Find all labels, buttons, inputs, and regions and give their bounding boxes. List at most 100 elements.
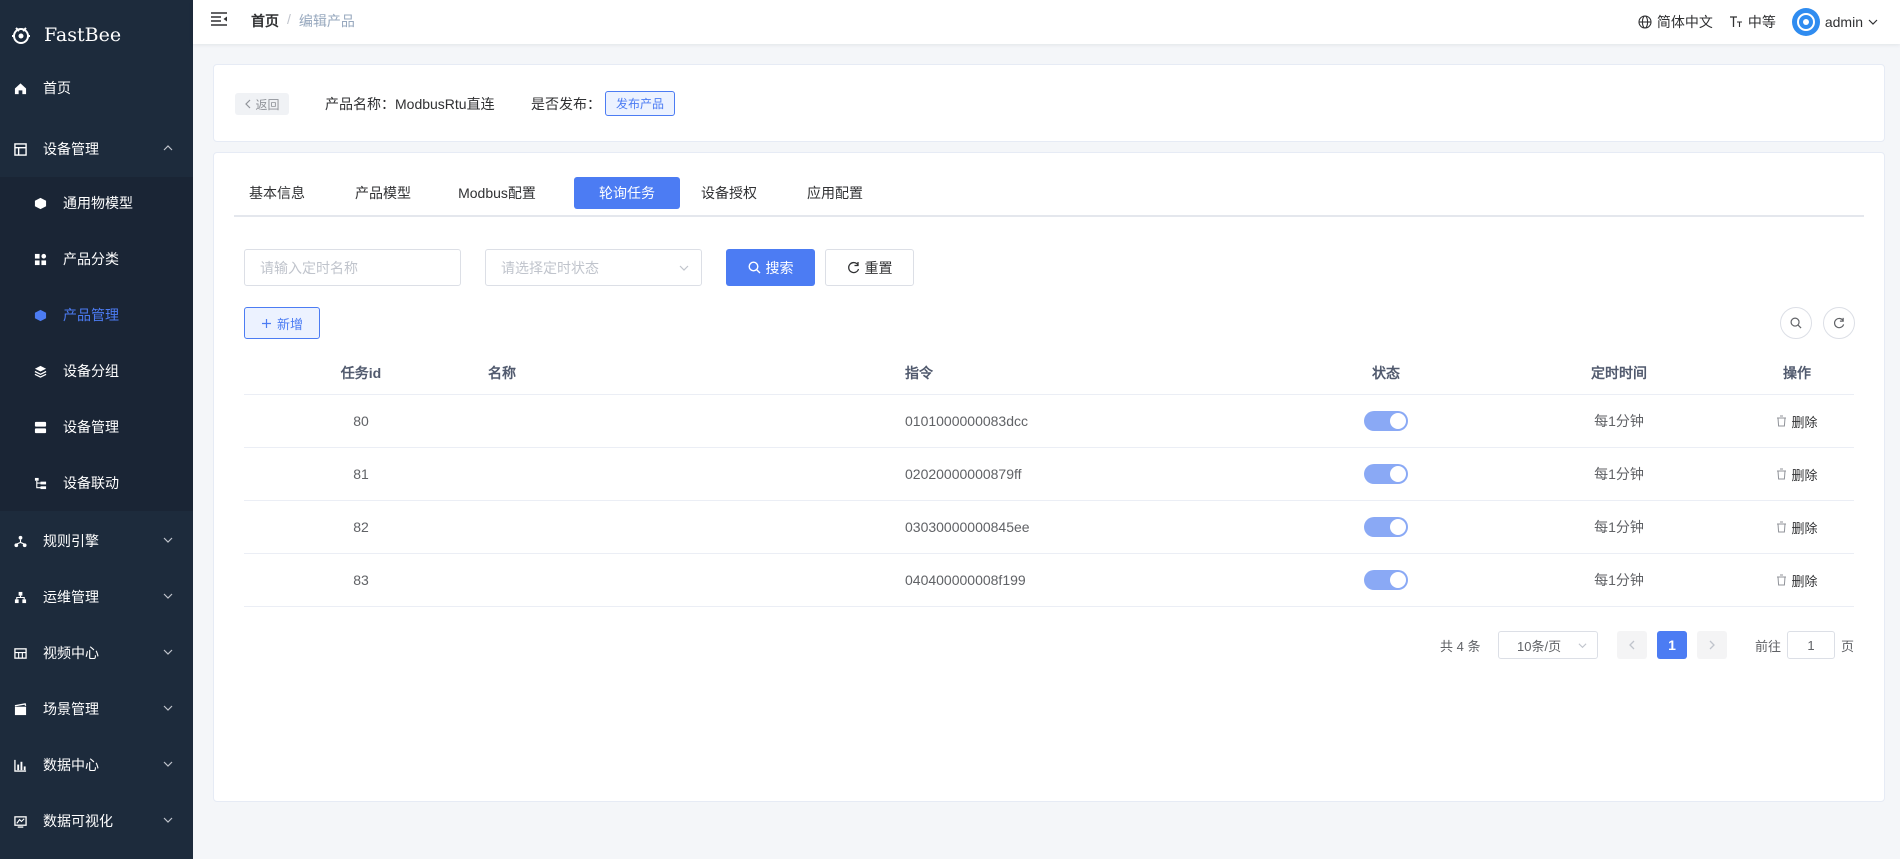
sidebar-item-label: 设备管理 xyxy=(43,141,99,157)
hamburger-icon[interactable] xyxy=(210,10,228,28)
sidebar-item-product-management[interactable]: 产品管理 xyxy=(0,287,193,343)
breadcrumb: 首页 / 编辑产品 xyxy=(251,11,355,31)
actions-cell: 删除 xyxy=(1757,501,1837,553)
chevron-down-icon xyxy=(163,649,173,655)
globe-icon xyxy=(1638,15,1652,29)
table-row: 80 0101000000083dcc 每1分钟 删除 xyxy=(244,395,1854,448)
chevron-down-icon xyxy=(163,817,173,823)
language-label: 简体中文 xyxy=(1656,14,1713,30)
delete-button[interactable]: 删除 xyxy=(1776,571,1818,590)
table-row: 82 03030000000845ee 每1分钟 删除 xyxy=(244,501,1854,554)
toggle-search-button[interactable] xyxy=(1780,307,1812,339)
user-menu[interactable]: admin xyxy=(1791,8,1878,36)
username: admin xyxy=(1824,14,1863,30)
font-size-icon xyxy=(1729,16,1742,27)
size-label: 中等 xyxy=(1747,14,1776,30)
sidebar-item-thing-model[interactable]: 通用物模型 xyxy=(0,175,193,231)
search-icon xyxy=(1790,317,1802,329)
tab-modbus-config[interactable]: Modbus配置 xyxy=(448,177,546,209)
sidebar-item-ops-management[interactable]: 运维管理 xyxy=(0,569,193,625)
task-id: 83 xyxy=(353,572,369,588)
reset-button[interactable]: 重置 xyxy=(825,249,914,286)
tab-device-auth[interactable]: 设备授权 xyxy=(686,177,772,209)
status-switch[interactable] xyxy=(1364,517,1408,537)
refresh-icon xyxy=(1833,317,1845,329)
chevron-right-icon xyxy=(1709,640,1715,650)
sidebar-item-data-visualization[interactable]: 数据可视化 xyxy=(0,793,193,849)
status-switch[interactable] xyxy=(1364,464,1408,484)
delete-button[interactable]: 删除 xyxy=(1776,465,1818,484)
sidebar-item-label: 设备分组 xyxy=(63,363,119,379)
scene-icon xyxy=(13,702,27,716)
goto-page-input[interactable]: 1 xyxy=(1787,631,1835,659)
sidebar-item-label: 产品管理 xyxy=(63,307,119,323)
task-id: 82 xyxy=(353,519,369,535)
trash-icon xyxy=(1777,574,1787,586)
status-switch[interactable] xyxy=(1364,570,1408,590)
tab-app-config[interactable]: 应用配置 xyxy=(792,177,878,209)
size-switcher[interactable]: 中等 xyxy=(1729,12,1776,32)
search-button[interactable]: 搜索 xyxy=(726,249,815,286)
chevron-down-icon xyxy=(1868,19,1878,25)
chevron-up-icon xyxy=(163,145,173,151)
status-switch[interactable] xyxy=(1364,411,1408,431)
col-schedule: 定时时间 xyxy=(1591,364,1647,381)
back-label: 返回 xyxy=(255,97,280,112)
sidebar-item-home[interactable]: 首页 xyxy=(0,60,193,116)
actions-cell: 删除 xyxy=(1757,395,1837,447)
task-name-input[interactable]: 请输入定时名称 xyxy=(244,249,461,286)
sidebar-item-device-list[interactable]: 设备管理 xyxy=(0,399,193,455)
table-row: 81 02020000000879ff 每1分钟 删除 xyxy=(244,448,1854,501)
tab-basic-info[interactable]: 基本信息 xyxy=(234,177,320,209)
chevron-down-icon xyxy=(163,537,173,543)
breadcrumb-home[interactable]: 首页 xyxy=(251,11,279,31)
chevron-down-icon xyxy=(163,761,173,767)
task-command: 02020000000879ff xyxy=(905,466,1022,482)
product-header-card: 返回 产品名称：ModbusRtu直连 是否发布： 发布产品 xyxy=(213,64,1885,142)
search-icon xyxy=(747,261,760,274)
delete-button[interactable]: 删除 xyxy=(1776,412,1818,431)
add-task-button[interactable]: 新增 xyxy=(244,307,320,339)
task-schedule: 每1分钟 xyxy=(1594,466,1644,482)
fastbee-logo-icon xyxy=(10,24,32,46)
top-header: 首页 / 编辑产品 简体中文 中等 admin xyxy=(193,0,1900,44)
sidebar-item-video-center[interactable]: 视频中心 xyxy=(0,625,193,681)
sidebar-item-device-management[interactable]: 设备管理 xyxy=(0,121,193,177)
sidebar-item-label: 产品分类 xyxy=(63,251,119,267)
plus-icon xyxy=(261,318,271,328)
tab-product-model[interactable]: 产品模型 xyxy=(340,177,426,209)
trash-icon xyxy=(1777,521,1787,533)
pagination-total: 共 4 条 xyxy=(1440,638,1481,654)
sidebar-item-data-center[interactable]: 数据中心 xyxy=(0,737,193,793)
sidebar-item-device-linkage[interactable]: 设备联动 xyxy=(0,455,193,511)
next-page-button[interactable] xyxy=(1697,631,1727,659)
sidebar-item-label: 设备联动 xyxy=(63,475,119,491)
page-number-1[interactable]: 1 xyxy=(1657,631,1687,659)
prev-page-button[interactable] xyxy=(1617,631,1647,659)
publish-product-button[interactable]: 发布产品 xyxy=(605,91,675,116)
back-button[interactable]: 返回 xyxy=(235,93,289,115)
sidebar-item-rule-engine[interactable]: 规则引擎 xyxy=(0,513,193,569)
layers-icon xyxy=(33,364,47,378)
sidebar-item-device-group[interactable]: 设备分组 xyxy=(0,343,193,399)
actions-cell: 删除 xyxy=(1757,554,1837,606)
app-name: FastBee xyxy=(44,24,122,46)
task-command: 040400000008f199 xyxy=(905,572,1026,588)
col-task-id: 任务id xyxy=(340,364,382,381)
actions-cell: 删除 xyxy=(1757,448,1837,500)
task-schedule: 每1分钟 xyxy=(1594,413,1644,429)
task-schedule: 每1分钟 xyxy=(1594,572,1644,588)
delete-button[interactable]: 删除 xyxy=(1776,518,1818,537)
chevron-left-icon xyxy=(1629,640,1635,650)
sidebar-item-scene-management[interactable]: 场景管理 xyxy=(0,681,193,737)
tab-polling-task[interactable]: 轮询任务 xyxy=(574,177,680,209)
col-status: 状态 xyxy=(1372,364,1400,381)
task-status-select[interactable]: 请选择定时状态 xyxy=(485,249,702,286)
page-size-select[interactable]: 10条/页 xyxy=(1498,631,1598,659)
chevron-down-icon xyxy=(163,593,173,599)
refresh-icon xyxy=(847,261,859,274)
language-switcher[interactable]: 简体中文 xyxy=(1638,12,1713,32)
table-row: 83 040400000008f199 每1分钟 删除 xyxy=(244,554,1854,607)
sidebar-item-product-category[interactable]: 产品分类 xyxy=(0,231,193,287)
refresh-table-button[interactable] xyxy=(1823,307,1855,339)
